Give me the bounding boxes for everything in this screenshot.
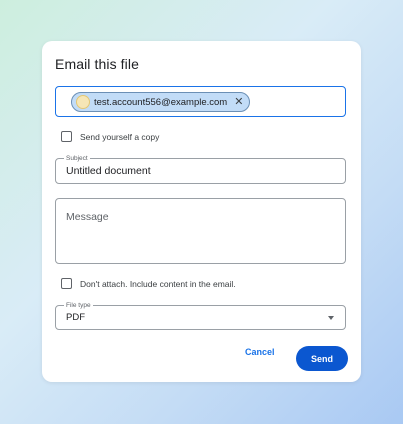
- message-placeholder: Message: [66, 211, 109, 223]
- file-type-value: PDF: [66, 312, 85, 323]
- subject-value: Untitled document: [66, 165, 151, 177]
- dont-attach-label: Don't attach. Include content in the ema…: [80, 278, 236, 289]
- close-icon[interactable]: ✕: [234, 96, 243, 108]
- recipient-email: test.account556@example.com: [94, 96, 228, 108]
- send-copy-row[interactable]: Send yourself a copy: [61, 131, 159, 142]
- file-type-label: File type: [64, 301, 93, 310]
- dropdown-arrow-icon[interactable]: [328, 316, 334, 320]
- cancel-button[interactable]: Cancel: [245, 347, 275, 357]
- dialog-title: Email this file: [55, 56, 139, 72]
- message-field[interactable]: Message: [55, 198, 346, 264]
- file-type-select[interactable]: File type PDF: [55, 301, 346, 330]
- dont-attach-checkbox[interactable]: [61, 278, 72, 289]
- avatar-icon: [76, 95, 90, 109]
- email-file-dialog: Email this file test.account556@example.…: [42, 41, 361, 382]
- dont-attach-row[interactable]: Don't attach. Include content in the ema…: [61, 278, 236, 289]
- send-copy-label: Send yourself a copy: [80, 131, 160, 142]
- recipients-input[interactable]: test.account556@example.com ✕: [55, 86, 346, 117]
- recipient-chip[interactable]: test.account556@example.com ✕: [71, 92, 251, 112]
- subject-label: Subject: [64, 154, 90, 163]
- subject-field[interactable]: Subject Untitled document: [55, 154, 346, 184]
- send-button[interactable]: Send: [296, 346, 348, 371]
- send-copy-checkbox[interactable]: [61, 131, 72, 142]
